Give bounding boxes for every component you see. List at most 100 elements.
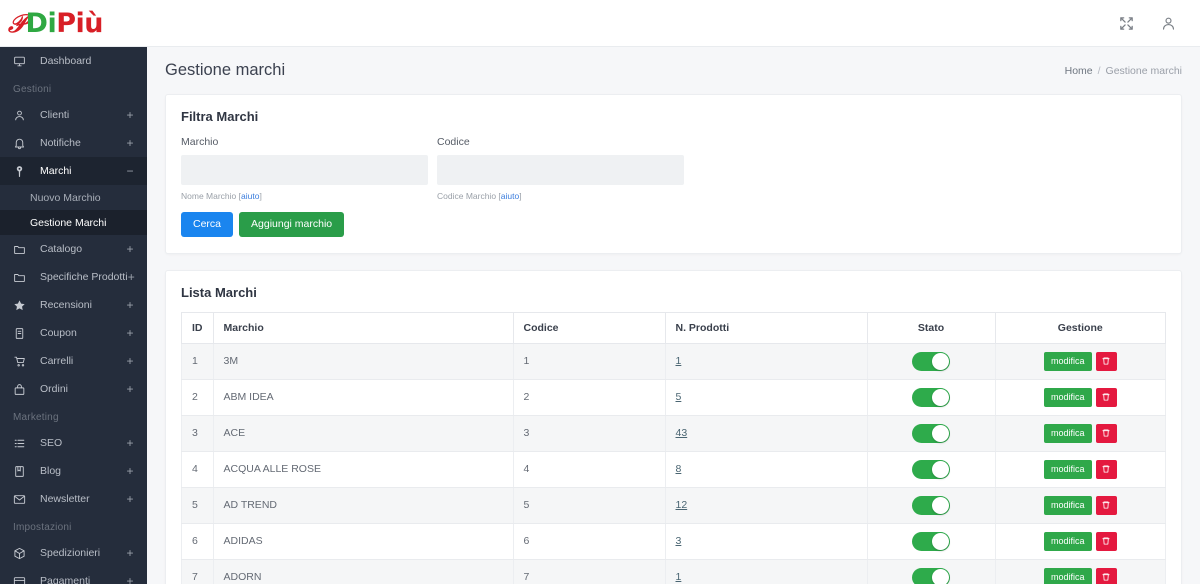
th-gestione[interactable]: Gestione <box>994 311 1166 344</box>
product-count-link[interactable]: 1 <box>676 355 682 367</box>
sidebar-item-label: Dashboard <box>40 55 92 67</box>
edit-button[interactable]: modifica <box>1043 495 1092 515</box>
filter-field-codice: Codice Codice Marchio [aiuto] <box>437 136 693 201</box>
status-toggle[interactable] <box>912 459 950 479</box>
cell-codice: 2 <box>512 379 665 416</box>
table-row: 6 ADIDAS 6 3 modifica <box>181 523 1166 560</box>
expand-icon[interactable]: + <box>125 547 135 559</box>
logo-text: 𝒫DiPiù <box>8 8 103 39</box>
expand-icon[interactable]: + <box>125 383 135 395</box>
sidebar-section-impostazioni: Impostazioni <box>13 522 72 533</box>
sidebar-item-spedizionieri[interactable]: Spedizionieri + <box>0 539 147 567</box>
status-toggle[interactable] <box>912 423 950 443</box>
add-brand-button[interactable]: Aggiungi marchio <box>239 212 345 237</box>
edit-button[interactable]: modifica <box>1043 531 1092 551</box>
expand-icon[interactable]: + <box>125 575 135 584</box>
expand-icon[interactable]: + <box>125 355 135 367</box>
sidebar-item-catalogo[interactable]: Catalogo + <box>0 235 147 263</box>
th-id[interactable]: ID <box>181 311 213 344</box>
sidebar-subitem-gestione-marchi[interactable]: Gestione Marchi <box>0 210 147 235</box>
sidebar-item-dashboard[interactable]: Dashboard <box>0 47 147 75</box>
status-toggle[interactable] <box>912 387 950 407</box>
product-count-link[interactable]: 5 <box>676 391 682 403</box>
fullscreen-icon[interactable] <box>1116 13 1136 33</box>
expand-icon[interactable]: + <box>125 493 135 505</box>
codice-help-prefix: Codice Marchio [ <box>437 191 501 201</box>
folder-icon <box>13 270 29 284</box>
delete-button[interactable] <box>1095 387 1117 407</box>
sidebar-item-seo[interactable]: SEO + <box>0 429 147 457</box>
product-count-link[interactable]: 1 <box>676 571 682 583</box>
th-codice[interactable]: Codice <box>512 311 665 344</box>
page-header: Gestione marchi Home / Gestione marchi <box>147 47 1200 94</box>
expand-icon[interactable]: + <box>125 327 135 339</box>
box-icon <box>13 546 29 560</box>
expand-icon[interactable]: + <box>125 137 135 149</box>
logo-part-di: Di <box>25 7 57 39</box>
person-icon <box>13 108 29 122</box>
app-logo[interactable]: 𝒫DiPiù <box>0 0 147 47</box>
sidebar-item-ordini[interactable]: Ordini + <box>0 375 147 403</box>
delete-button[interactable] <box>1095 351 1117 371</box>
filter-buttons: Cerca Aggiungi marchio <box>181 212 1166 237</box>
sidebar-item-recensioni[interactable]: Recensioni + <box>0 291 147 319</box>
status-toggle[interactable] <box>912 495 950 515</box>
card-icon <box>13 574 29 584</box>
search-button[interactable]: Cerca <box>181 212 234 237</box>
cell-id: 7 <box>181 559 213 584</box>
codice-help-link[interactable]: aiuto <box>501 191 519 201</box>
expand-icon[interactable]: + <box>125 243 135 255</box>
toggle-knob <box>932 388 949 406</box>
cell-id: 5 <box>181 487 213 524</box>
expand-icon[interactable]: + <box>125 299 135 311</box>
sidebar-item-pagamenti[interactable]: Pagamenti + <box>0 567 147 584</box>
th-marchio[interactable]: Marchio <box>212 311 513 344</box>
sidebar-item-label: SEO <box>40 437 63 449</box>
sidebar-item-clienti[interactable]: Clienti + <box>0 101 147 129</box>
sidebar-item-carrelli[interactable]: Carrelli + <box>0 347 147 375</box>
status-toggle[interactable] <box>912 567 950 584</box>
delete-button[interactable] <box>1095 495 1117 515</box>
product-count-link[interactable]: 43 <box>676 427 688 439</box>
breadcrumb-current: Gestione marchi <box>1105 64 1182 77</box>
product-count-link[interactable]: 3 <box>676 535 682 547</box>
sidebar-item-notifiche[interactable]: Notifiche + <box>0 129 147 157</box>
sidebar-item-marchi[interactable]: Marchi − <box>0 157 147 185</box>
codice-input[interactable] <box>437 155 684 185</box>
sidebar: Dashboard Gestioni Clienti + Notifiche + March… <box>0 47 147 584</box>
breadcrumb-home[interactable]: Home <box>1065 65 1093 77</box>
delete-button[interactable] <box>1095 567 1117 584</box>
sidebar-item-label: Catalogo <box>40 243 83 255</box>
sidebar-item-coupon[interactable]: Coupon + <box>0 319 147 347</box>
sidebar-item-newsletter[interactable]: Newsletter + <box>0 485 147 513</box>
delete-button[interactable] <box>1095 531 1117 551</box>
expand-icon[interactable]: + <box>125 465 135 477</box>
edit-button[interactable]: modifica <box>1043 459 1092 479</box>
expand-icon[interactable]: + <box>125 109 135 121</box>
sidebar-item-blog[interactable]: Blog + <box>0 457 147 485</box>
sidebar-item-label: Pagamenti <box>40 575 91 584</box>
th-prodotti[interactable]: N. Prodotti <box>664 311 867 344</box>
collapse-icon[interactable]: − <box>125 165 135 177</box>
product-count-link[interactable]: 8 <box>676 463 682 475</box>
th-stato[interactable]: Stato <box>866 311 995 344</box>
edit-button[interactable]: modifica <box>1043 567 1092 584</box>
delete-button[interactable] <box>1095 459 1117 479</box>
delete-button[interactable] <box>1095 423 1117 443</box>
sidebar-item-specifiche-prodotti[interactable]: Specifiche Prodotti + <box>0 263 147 291</box>
status-toggle[interactable] <box>912 531 950 551</box>
edit-button[interactable]: modifica <box>1043 351 1092 371</box>
user-icon[interactable] <box>1158 13 1178 33</box>
edit-button[interactable]: modifica <box>1043 423 1092 443</box>
expand-icon[interactable]: + <box>125 437 135 449</box>
marchio-help-link[interactable]: aiuto <box>241 191 259 201</box>
product-count-link[interactable]: 12 <box>676 499 688 511</box>
edit-button[interactable]: modifica <box>1043 387 1092 407</box>
sidebar-subitem-nuovo-marchio[interactable]: Nuovo Marchio <box>0 185 147 210</box>
table-row: 1 3M 1 1 modifica <box>181 343 1166 380</box>
marchio-input[interactable] <box>181 155 428 185</box>
expand-icon[interactable]: + <box>128 271 135 283</box>
status-toggle[interactable] <box>912 351 950 371</box>
cell-stato <box>866 451 995 488</box>
sidebar-item-label: Recensioni <box>40 299 92 311</box>
